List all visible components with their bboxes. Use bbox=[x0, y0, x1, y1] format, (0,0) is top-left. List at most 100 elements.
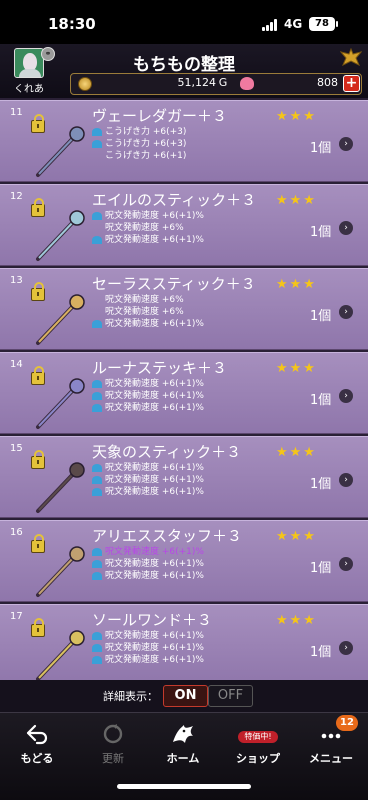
toggle-on-button[interactable]: ON bbox=[163, 685, 208, 707]
item-stat-text: 呪文発動速度 +6(+1)% bbox=[105, 631, 204, 641]
item-stat-text: 呪文発動速度 +6(+1)% bbox=[105, 559, 204, 569]
item-stat-text: 呪文発動速度 +6(+1)% bbox=[105, 547, 204, 557]
staff-icon bbox=[36, 546, 85, 597]
chevron-right-icon[interactable]: › bbox=[339, 641, 353, 655]
item-count: 1個 bbox=[310, 141, 332, 156]
battery-icon: 78 bbox=[309, 17, 338, 31]
item-number: 13 bbox=[10, 275, 23, 286]
item-name: 天象のスティック＋３ bbox=[92, 443, 242, 461]
stat-icon bbox=[92, 631, 102, 640]
list-item[interactable]: 15 天象のスティック＋３ ★★★ 呪文発動速度 +6(+1)% 呪文発動速度 +6(+… bbox=[0, 436, 368, 518]
item-stat-text: 呪文発動速度 +6(+1)% bbox=[105, 379, 204, 389]
chevron-right-icon[interactable]: › bbox=[339, 137, 353, 151]
item-stat-text: 呪文発動速度 +6(+1)% bbox=[105, 319, 204, 329]
item-stat: 呪文発動速度 +6(+1)% bbox=[92, 474, 204, 486]
network-label: 4G bbox=[284, 17, 303, 31]
nav-update[interactable]: 更新 bbox=[78, 720, 148, 770]
list-item[interactable]: 12 エイルのスティック＋３ ★★★ 呪文発動速度 +6(+1)% 呪文発動速度 +6%… bbox=[0, 184, 368, 266]
back-arrow-icon bbox=[26, 724, 48, 745]
item-stat-text: こうげき力 +6(+3) bbox=[105, 139, 187, 149]
stat-icon bbox=[92, 319, 102, 328]
chevron-right-icon[interactable]: › bbox=[339, 305, 353, 319]
item-count: 1個 bbox=[310, 393, 332, 408]
item-name: ヴェーレダガー＋３ bbox=[92, 107, 228, 125]
item-stat: 呪文発動速度 +6(+1)% bbox=[92, 558, 204, 570]
item-list[interactable]: 11 ヴェーレダガー＋３ ★★★ こうげき力 +6(+3) こうげき力 +6(+3) こう… bbox=[0, 98, 368, 680]
list-item[interactable]: 17 ソールワンド＋３ ★★★ 呪文発動速度 +6(+1)% 呪文発動速度 +6(+1)… bbox=[0, 604, 368, 680]
stat-icon bbox=[92, 127, 102, 136]
stat-icon bbox=[92, 211, 102, 220]
stat-icon bbox=[92, 547, 102, 556]
refresh-icon bbox=[103, 724, 123, 744]
list-item[interactable]: 16 アリエススタッフ＋３ ★★★ 呪文発動速度 +6(+1)% 呪文発動速度 +6(+… bbox=[0, 520, 368, 602]
nav-home-label: ホーム bbox=[166, 752, 200, 765]
item-number: 17 bbox=[10, 611, 23, 622]
item-stat-text: こうげき力 +6(+3) bbox=[105, 127, 187, 137]
gem-amount: 808 bbox=[317, 76, 338, 89]
page-title: もちもの整理 bbox=[133, 55, 235, 75]
chevron-right-icon[interactable]: › bbox=[339, 389, 353, 403]
item-name: アリエススタッフ＋３ bbox=[92, 527, 243, 545]
staff-icon bbox=[36, 210, 85, 261]
nav-back[interactable]: もどる bbox=[2, 720, 72, 770]
item-stat-text: 呪文発動速度 +6(+1)% bbox=[105, 643, 204, 653]
item-stat-text: 呪文発動速度 +6(+1)% bbox=[105, 475, 204, 485]
item-number: 12 bbox=[10, 191, 23, 202]
stat-icon bbox=[92, 463, 102, 472]
item-name: ルーナステッキ＋３ bbox=[92, 359, 228, 377]
stat-icon bbox=[92, 487, 102, 496]
status-time: 18:30 bbox=[48, 15, 96, 33]
item-stat-text: 呪文発動速度 +6(+1)% bbox=[105, 235, 204, 245]
item-name: エイルのスティック＋３ bbox=[92, 191, 257, 209]
dagger-icon bbox=[36, 126, 85, 177]
nav-home[interactable]: ホーム bbox=[148, 720, 218, 770]
stat-icon bbox=[92, 643, 102, 652]
item-number: 11 bbox=[10, 107, 23, 118]
item-stat-text: 呪文発動速度 +6% bbox=[105, 295, 184, 305]
item-stat: 呪文発動速度 +6(+1)% bbox=[92, 642, 204, 654]
item-stat: 呪文発動速度 +6% bbox=[92, 294, 184, 306]
chevron-right-icon[interactable]: › bbox=[339, 221, 353, 235]
chevron-right-icon[interactable]: › bbox=[339, 473, 353, 487]
stat-icon bbox=[92, 559, 102, 568]
item-number: 15 bbox=[10, 443, 23, 454]
star-rating-icon: ★★★ bbox=[276, 109, 317, 124]
crest-icon bbox=[340, 48, 362, 66]
stat-icon bbox=[92, 139, 102, 148]
stat-icon bbox=[92, 403, 102, 412]
item-count: 1個 bbox=[310, 645, 332, 660]
item-stat-text: 呪文発動速度 +6% bbox=[105, 223, 184, 233]
list-item[interactable]: 11 ヴェーレダガー＋３ ★★★ こうげき力 +6(+3) こうげき力 +6(+3) こう… bbox=[0, 100, 368, 182]
item-stat: 呪文発動速度 +6(+1)% bbox=[92, 234, 204, 246]
star-rating-icon: ★★★ bbox=[276, 361, 317, 376]
add-gem-button[interactable]: + bbox=[343, 75, 360, 92]
nav-shop[interactable]: ショップ bbox=[223, 720, 293, 770]
dragon-icon bbox=[173, 725, 193, 743]
star-rating-icon: ★★★ bbox=[276, 277, 317, 292]
chevron-right-icon[interactable]: › bbox=[339, 557, 353, 571]
item-count: 1個 bbox=[310, 561, 332, 576]
item-stat: 呪文発動速度 +6(+1)% bbox=[92, 546, 204, 558]
item-stat-text: 呪文発動速度 +6(+1)% bbox=[105, 403, 204, 413]
item-stat-text: 呪文発動速度 +6(+1)% bbox=[105, 655, 204, 665]
nav-menu-label: メニュー bbox=[309, 752, 353, 765]
list-item[interactable]: 13 セーラススティック＋３ ★★★ 呪文発動速度 +6% 呪文発動速度 +6% 呪文発動… bbox=[0, 268, 368, 350]
item-stat: 呪文発動速度 +6(+1)% bbox=[92, 486, 204, 498]
item-stat: こうげき力 +6(+3) bbox=[92, 138, 186, 150]
item-stat-text: 呪文発動速度 +6(+1)% bbox=[105, 463, 204, 473]
item-stat-text: 呪文発動速度 +6(+1)% bbox=[105, 211, 204, 221]
home-indicator bbox=[117, 784, 251, 789]
star-rating-icon: ★★★ bbox=[276, 193, 317, 208]
gem-icon bbox=[240, 77, 254, 90]
nav-back-label: もどる bbox=[20, 752, 54, 765]
item-stat-text: 呪文発動速度 +6(+1)% bbox=[105, 487, 204, 497]
item-stat: こうげき力 +6(+3) bbox=[92, 126, 186, 138]
item-stat-text: 呪文発動速度 +6(+1)% bbox=[105, 391, 204, 401]
item-stat: 呪文発動速度 +6(+1)% bbox=[92, 378, 204, 390]
item-count: 1個 bbox=[310, 477, 332, 492]
toggle-off-button[interactable]: OFF bbox=[208, 685, 253, 707]
list-item[interactable]: 14 ルーナステッキ＋３ ★★★ 呪文発動速度 +6(+1)% 呪文発動速度 +6(+1… bbox=[0, 352, 368, 434]
item-stat: 呪文発動速度 +6(+1)% bbox=[92, 402, 204, 414]
shop-sale-badge: 特価中! bbox=[238, 731, 278, 743]
item-stat-text: 呪文発動速度 +6(+1)% bbox=[105, 571, 204, 581]
